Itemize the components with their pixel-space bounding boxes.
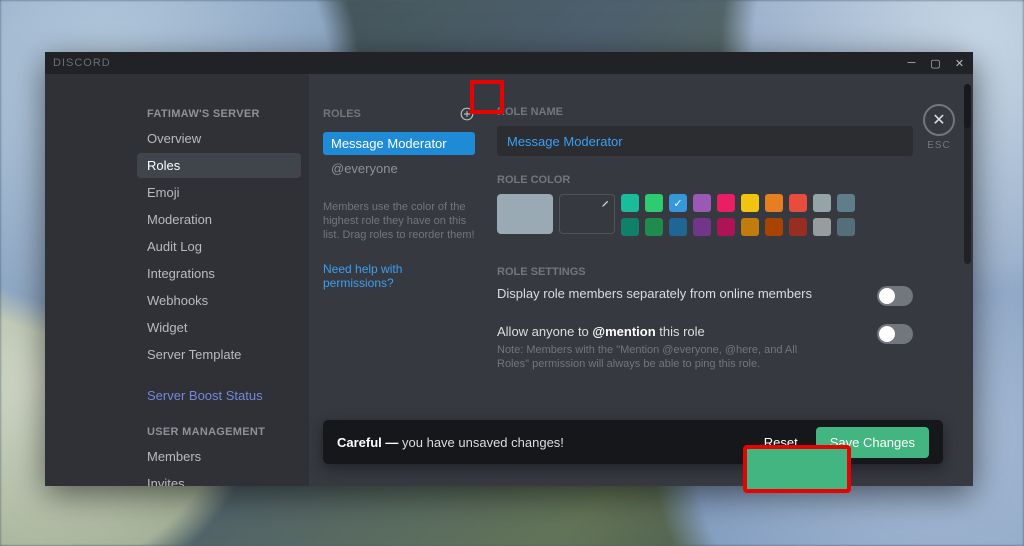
color-swatch[interactable] xyxy=(621,194,639,212)
unsaved-message: Careful — you have unsaved changes! xyxy=(337,435,564,450)
color-swatch[interactable] xyxy=(717,194,735,212)
color-swatch[interactable] xyxy=(789,218,807,236)
color-swatch[interactable] xyxy=(645,218,663,236)
color-grid xyxy=(621,194,855,236)
close-icon[interactable]: ✕ xyxy=(953,56,967,70)
default-color-swatch[interactable] xyxy=(497,194,553,234)
sidebar-header-user: USER MANAGEMENT xyxy=(147,426,301,438)
minimize-icon[interactable]: ─ xyxy=(905,56,919,70)
setting-mention-note: Note: Members with the "Mention @everyon… xyxy=(497,343,827,371)
custom-color-picker[interactable] xyxy=(559,194,615,234)
color-swatch[interactable] xyxy=(693,218,711,236)
color-swatch[interactable] xyxy=(717,218,735,236)
color-swatch[interactable] xyxy=(789,194,807,212)
color-swatch[interactable] xyxy=(693,194,711,212)
color-swatch[interactable] xyxy=(765,218,783,236)
sidebar-item-moderation[interactable]: Moderation xyxy=(137,207,301,232)
color-swatch[interactable] xyxy=(621,218,639,236)
color-swatch[interactable] xyxy=(741,194,759,212)
sidebar-header-server: FATIMAW'S SERVER xyxy=(147,108,301,120)
color-swatch[interactable] xyxy=(669,218,687,236)
sidebar-item-emoji[interactable]: Emoji xyxy=(137,180,301,205)
role-list-item[interactable]: @everyone xyxy=(323,157,475,180)
maximize-icon[interactable]: ▢ xyxy=(929,56,943,70)
sidebar-item-boost[interactable]: Server Boost Status xyxy=(137,383,301,408)
save-changes-button[interactable]: Save Changes xyxy=(816,427,929,458)
close-settings-button[interactable]: ✕ xyxy=(923,104,955,136)
eyedropper-icon xyxy=(601,198,611,208)
roles-header: ROLES xyxy=(323,108,361,120)
sidebar-item-server-template[interactable]: Server Template xyxy=(137,342,301,367)
color-swatch[interactable] xyxy=(813,218,831,236)
sidebar-item-invites[interactable]: Invites xyxy=(137,471,301,486)
roles-hint: Members use the color of the highest rol… xyxy=(323,200,475,242)
settings-sidebar: FATIMAW'S SERVER Overview Roles Emoji Mo… xyxy=(45,74,309,486)
setting-mention-toggle[interactable] xyxy=(877,324,913,344)
reset-button[interactable]: Reset xyxy=(764,435,798,450)
color-swatch[interactable] xyxy=(645,194,663,212)
setting-hoist-toggle[interactable] xyxy=(877,286,913,306)
sidebar-item-integrations[interactable]: Integrations xyxy=(137,261,301,286)
scrollbar[interactable] xyxy=(964,84,971,264)
color-swatch[interactable] xyxy=(813,194,831,212)
role-list-item[interactable]: Message Moderator xyxy=(323,132,475,155)
color-swatch[interactable] xyxy=(741,218,759,236)
role-name-input[interactable] xyxy=(497,126,913,156)
close-settings: ✕ ESC xyxy=(923,104,955,151)
sidebar-item-overview[interactable]: Overview xyxy=(137,126,301,151)
sidebar-item-roles[interactable]: Roles xyxy=(137,153,301,178)
sidebar-item-widget[interactable]: Widget xyxy=(137,315,301,340)
role-name-label: ROLE NAME xyxy=(497,106,913,118)
unsaved-changes-bar: Careful — you have unsaved changes! Rese… xyxy=(323,420,943,464)
sidebar-item-members[interactable]: Members xyxy=(137,444,301,469)
setting-mention-label: Allow anyone to @mention this role xyxy=(497,324,827,339)
color-swatch[interactable] xyxy=(837,194,855,212)
setting-hoist-label: Display role members separately from onl… xyxy=(497,286,812,301)
titlebar: DISCORD ─ ▢ ✕ xyxy=(45,52,973,74)
app-window: DISCORD ─ ▢ ✕ FATIMAW'S SERVER Overview … xyxy=(45,52,973,486)
permissions-help-link[interactable]: Need help with permissions? xyxy=(323,262,475,290)
sidebar-item-audit-log[interactable]: Audit Log xyxy=(137,234,301,259)
color-swatch[interactable] xyxy=(669,194,687,212)
color-swatch[interactable] xyxy=(837,218,855,236)
role-color-label: ROLE COLOR xyxy=(497,174,913,186)
app-title: DISCORD xyxy=(53,57,111,69)
esc-label: ESC xyxy=(923,140,955,151)
color-swatch[interactable] xyxy=(765,194,783,212)
sidebar-item-webhooks[interactable]: Webhooks xyxy=(137,288,301,313)
add-role-button[interactable] xyxy=(459,106,475,122)
role-settings-label: ROLE SETTINGS xyxy=(497,266,913,278)
